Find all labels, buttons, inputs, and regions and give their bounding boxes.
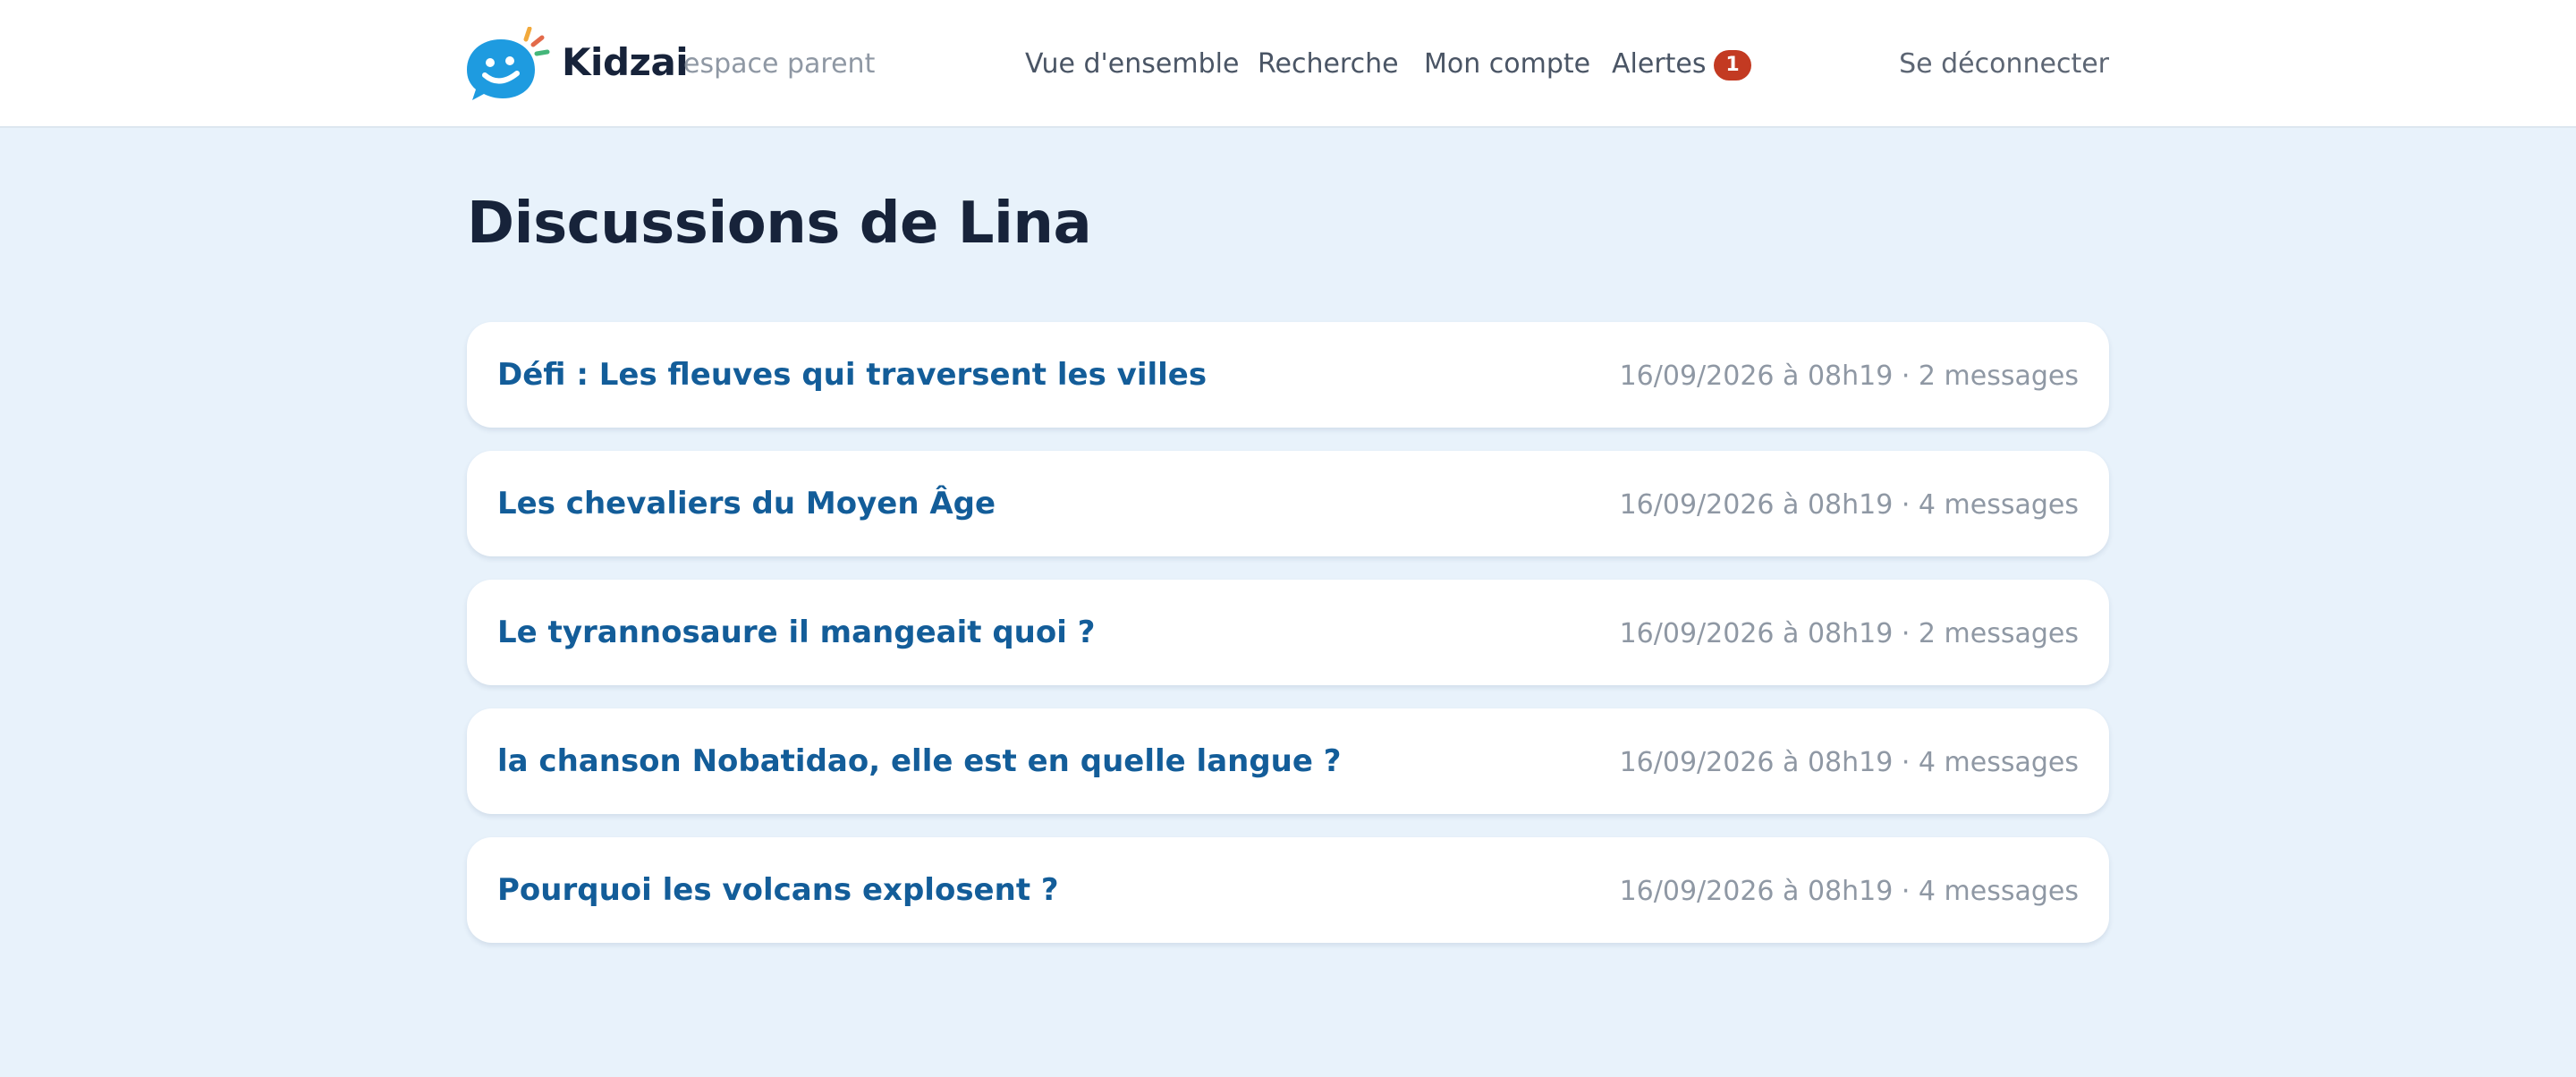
brand-subtitle: espace parent: [683, 48, 876, 80]
discussion-title[interactable]: Les chevaliers du Moyen Âge: [497, 478, 996, 530]
discussion-title[interactable]: la chanson Nobatidao, elle est en quelle…: [497, 735, 1342, 787]
discussion-meta: 16/09/2026 à 08h19 · 4 messages: [1619, 747, 2079, 778]
brand-name[interactable]: Kidzai: [562, 36, 689, 89]
discussion-meta: 16/09/2026 à 08h19 · 2 messages: [1619, 618, 2079, 649]
discussion-meta: 16/09/2026 à 08h19 · 4 messages: [1619, 876, 2079, 907]
discussion-meta: 16/09/2026 à 08h19 · 4 messages: [1619, 489, 2079, 521]
kidzai-logo-icon[interactable]: [465, 27, 551, 102]
nav-search-link[interactable]: Recherche: [1258, 41, 1399, 88]
discussion-card[interactable]: Pourquoi les volcans explosent ? 16/09/2…: [467, 837, 2109, 943]
top-navigation-bar: Kidzai espace parent Vue d'ensemble Rech…: [0, 0, 2576, 128]
discussion-title[interactable]: Défi : Les fleuves qui traversent les vi…: [497, 349, 1207, 401]
discussion-card[interactable]: la chanson Nobatidao, elle est en quelle…: [467, 708, 2109, 814]
nav-overview-link[interactable]: Vue d'ensemble: [1025, 41, 1239, 88]
nav-alerts-link[interactable]: Alertes: [1612, 41, 1707, 88]
discussion-list: Défi : Les fleuves qui traversent les vi…: [467, 322, 2109, 966]
discussion-card[interactable]: Le tyrannosaure il mangeait quoi ? 16/09…: [467, 580, 2109, 685]
nav-account-link[interactable]: Mon compte: [1424, 41, 1590, 88]
discussion-title[interactable]: Pourquoi les volcans explosent ?: [497, 864, 1059, 916]
discussion-card[interactable]: Les chevaliers du Moyen Âge 16/09/2026 à…: [467, 451, 2109, 556]
discussion-title[interactable]: Le tyrannosaure il mangeait quoi ?: [497, 606, 1095, 658]
discussion-card[interactable]: Défi : Les fleuves qui traversent les vi…: [467, 322, 2109, 428]
discussion-meta: 16/09/2026 à 08h19 · 2 messages: [1619, 360, 2079, 392]
page-title: Discussions de Lina: [467, 191, 1092, 257]
logout-link[interactable]: Se déconnecter: [1899, 41, 2109, 88]
alerts-count-badge[interactable]: 1: [1714, 50, 1751, 81]
